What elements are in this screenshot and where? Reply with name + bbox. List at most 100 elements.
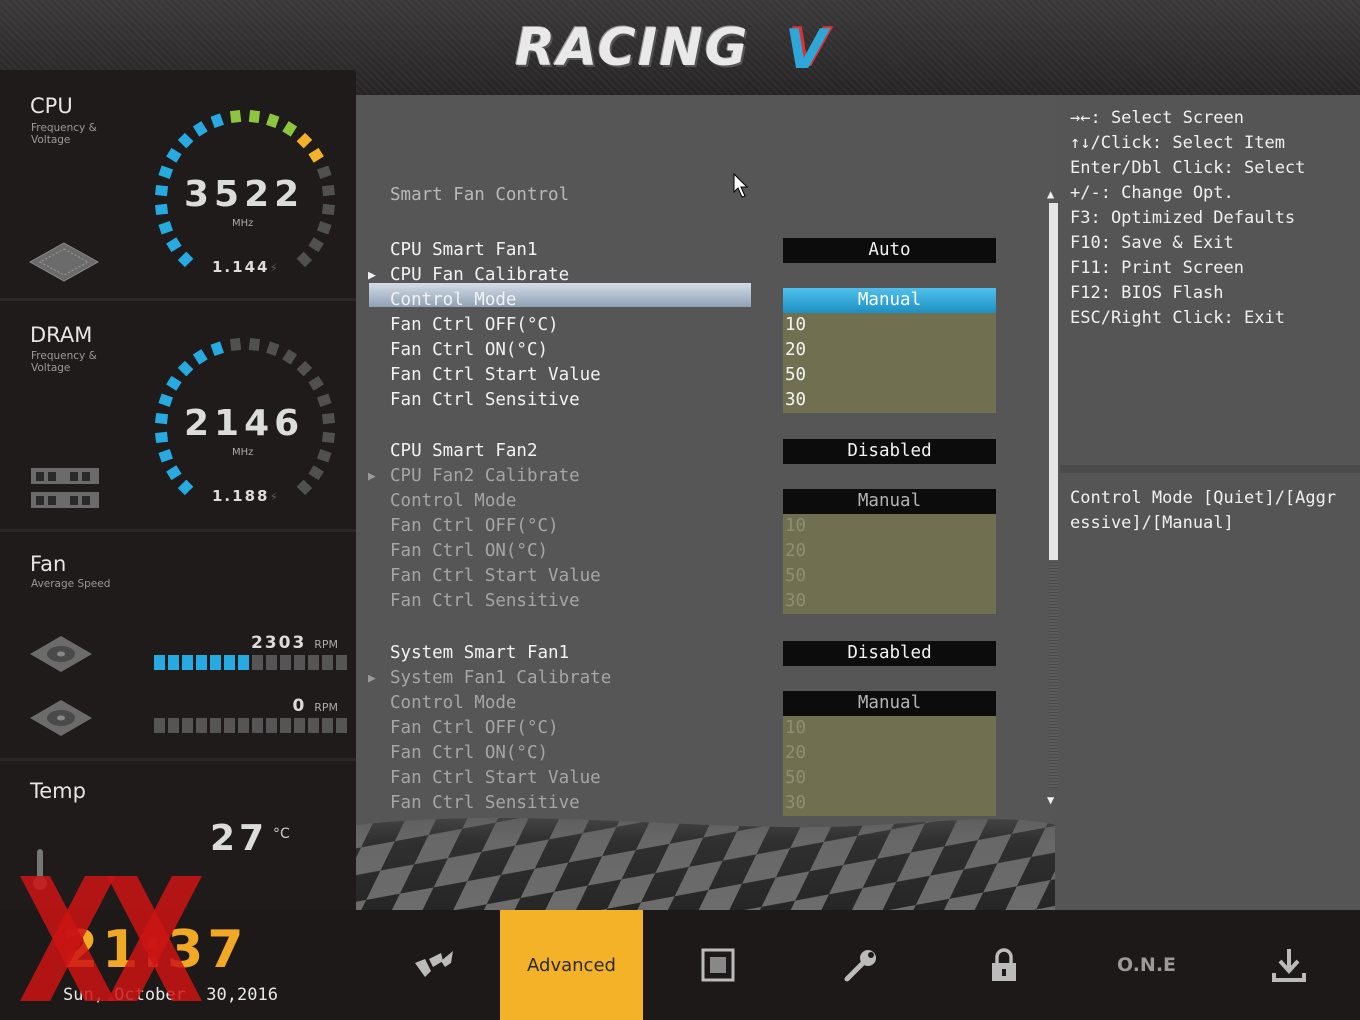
fan-bar-segment: [168, 718, 179, 733]
fan-bar-segment: [182, 718, 193, 733]
fan2-speed-bar: [154, 718, 347, 733]
setting-row[interactable]: Fan Ctrl Sensitive: [390, 388, 580, 413]
gauge-segment: [308, 237, 324, 253]
setting-row[interactable]: CPU Smart Fan2: [390, 439, 538, 464]
fan-bar-segment: [294, 655, 305, 670]
help-key-line: +/-: Change Opt.: [1070, 183, 1234, 203]
fan-bar-segment: [252, 655, 263, 670]
dram-voltage-value: 1.188: [212, 487, 270, 505]
setting-label: Fan Ctrl Start Value: [390, 566, 601, 586]
tab-advanced[interactable]: Advanced: [500, 910, 643, 1020]
setting-label: CPU Smart Fan1: [390, 240, 538, 260]
setting-value[interactable]: Manual: [783, 288, 996, 313]
fan-bar-segment: [154, 718, 165, 733]
setting-label: Fan Ctrl Start Value: [390, 365, 601, 385]
gauge-segment: [316, 165, 332, 179]
setting-row: Fan Ctrl OFF(°C): [390, 514, 559, 539]
cpu-frequency: 3522: [184, 174, 305, 215]
setting-value[interactable]: 30: [783, 388, 996, 413]
tab-main[interactable]: [361, 910, 504, 1020]
fan-bar-segment: [308, 655, 319, 670]
setting-label: Fan Ctrl Start Value: [390, 768, 601, 788]
gauge-segment: [229, 110, 242, 124]
dram-frequency: 2146: [184, 403, 305, 444]
gauge-segment: [210, 113, 224, 129]
gauge-segment: [308, 375, 324, 391]
setting-value: Manual: [783, 691, 996, 716]
dram-title: DRAM: [30, 323, 93, 347]
scroll-up-icon[interactable]: ▲: [1047, 187, 1054, 201]
setting-row[interactable]: Fan Ctrl ON(°C): [390, 338, 548, 363]
fan-bar-segment: [266, 718, 277, 733]
setting-value: 50: [783, 766, 996, 791]
gauge-segment: [158, 393, 174, 407]
fan-bar-segment: [322, 718, 333, 733]
setting-label: Fan Ctrl Sensitive: [390, 793, 580, 813]
setting-value[interactable]: 50: [783, 363, 996, 388]
setting-row[interactable]: Fan Ctrl Start Value: [390, 363, 601, 388]
setting-row[interactable]: System Smart Fan1: [390, 641, 569, 666]
voltage-bolt-icon: ⚡: [269, 261, 280, 275]
cpu-voltage: 1.144⚡: [212, 258, 280, 276]
tab-save-exit[interactable]: [1217, 910, 1360, 1020]
tab-chipset[interactable]: [646, 910, 789, 1020]
setting-row[interactable]: Control Mode: [390, 288, 516, 313]
gauge-segment: [316, 393, 332, 407]
temp-title: Temp: [30, 779, 86, 803]
tab-one-label: O.N.E: [1116, 954, 1177, 976]
setting-row[interactable]: Fan Ctrl OFF(°C): [390, 313, 559, 338]
gauge-segment: [321, 184, 335, 197]
fan1-rpm: 2303 RPM: [188, 633, 338, 653]
fan-section: Fan Average Speed 2303 RPM 0 RPM: [0, 532, 356, 761]
setting-row: Fan Ctrl ON(°C): [390, 539, 548, 564]
download-icon: [1271, 949, 1306, 982]
setting-row[interactable]: CPU Smart Fan1: [390, 238, 538, 263]
setting-value[interactable]: Disabled: [783, 439, 996, 464]
help-description: Control Mode [Quiet]/[Aggressive]/[Manua…: [1070, 488, 1337, 533]
fan1-rpm-value: 2303: [250, 633, 307, 653]
fan-bar-segment: [336, 718, 347, 733]
fan-subtitle: Average Speed: [31, 578, 111, 590]
wrench-icon: [844, 950, 876, 982]
fan-bar-segment: [154, 655, 165, 670]
fan-bar-segment: [224, 718, 235, 733]
fan-bar-segment: [308, 718, 319, 733]
logo-text: RACING: [515, 18, 750, 78]
setting-value[interactable]: Auto: [783, 238, 996, 263]
tab-tools[interactable]: [789, 910, 932, 1020]
fan-bar-segment: [280, 718, 291, 733]
setting-label: CPU Smart Fan2: [390, 441, 538, 461]
setting-row: Control Mode: [390, 691, 516, 716]
setting-label: Control Mode: [390, 693, 517, 713]
setting-value: 10: [783, 514, 996, 539]
settings-panel: Smart Fan Control CPU Smart Fan1 Auto ▶ CPU…: [356, 95, 1055, 910]
setting-row[interactable]: ▶ CPU Fan Calibrate: [368, 263, 569, 288]
gauge-segment: [177, 479, 194, 496]
gauge-segment: [308, 147, 324, 163]
setting-value[interactable]: Disabled: [783, 641, 996, 666]
help-key-line: Enter/Dbl Click: Select: [1070, 158, 1306, 178]
gauge-segment: [308, 465, 324, 481]
logo-mark: V: [785, 18, 827, 81]
scroll-down-icon[interactable]: ▼: [1047, 793, 1054, 807]
mouse-cursor-icon: [733, 173, 749, 198]
tab-security[interactable]: [932, 910, 1075, 1020]
setting-value[interactable]: 20: [783, 338, 996, 363]
dram-subtitle: Frequency & Voltage: [31, 350, 97, 374]
gauge-segment: [321, 412, 335, 425]
setting-value: 30: [783, 791, 996, 816]
help-key-line: F11: Print Screen: [1070, 258, 1244, 278]
fan-bar-segment: [336, 655, 347, 670]
fan-icon: [30, 700, 92, 736]
setting-label: Fan Ctrl Sensitive: [390, 591, 580, 611]
gauge-segment: [158, 165, 174, 179]
tab-one[interactable]: O.N.E: [1075, 910, 1218, 1020]
lock-icon: [991, 948, 1016, 981]
gauge-segment: [166, 237, 182, 253]
scrollbar-thumb[interactable]: [1049, 203, 1058, 560]
setting-value: Manual: [783, 489, 996, 514]
setting-value[interactable]: 10: [783, 313, 996, 338]
setting-row: Fan Ctrl Start Value: [390, 766, 601, 791]
gauge-segment: [296, 132, 313, 149]
cpu-frequency-unit: MHz: [232, 218, 254, 229]
